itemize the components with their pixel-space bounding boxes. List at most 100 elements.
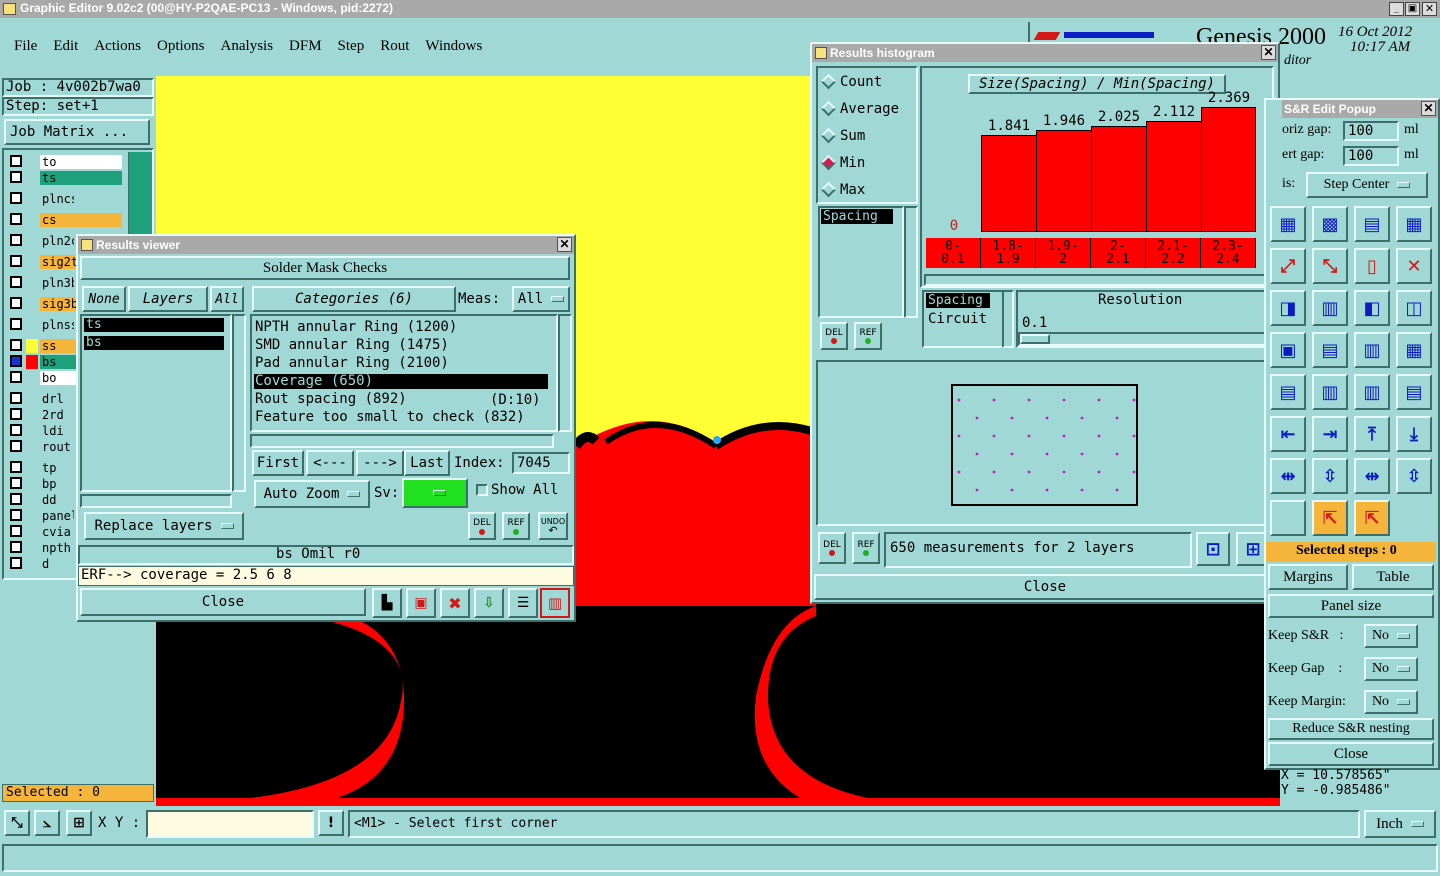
menu-item-options[interactable]: Options [157, 38, 205, 55]
layer-checkbox[interactable] [10, 477, 22, 489]
categories-button[interactable]: Categories (6) [252, 286, 456, 312]
layer-checkbox[interactable] [10, 461, 22, 473]
histogram-close-icon[interactable]: ✕ [1261, 45, 1276, 60]
show-all-checkbox[interactable] [476, 484, 488, 496]
category-hscrollbar[interactable] [250, 434, 554, 448]
xy-input[interactable] [146, 810, 314, 838]
units-dropdown[interactable]: Inch [1364, 810, 1436, 838]
histogram-bar[interactable] [1091, 126, 1147, 232]
layer-item[interactable]: tp [40, 461, 74, 475]
zoom-region-icon[interactable]: ⊡ [1196, 532, 1230, 566]
menu-item-dfm[interactable]: DFM [289, 38, 322, 55]
layer-item[interactable]: dd [40, 493, 74, 507]
layer-item[interactable]: npth [40, 541, 74, 555]
menu-item-analysis[interactable]: Analysis [221, 38, 274, 55]
layer-item[interactable]: bp [40, 477, 74, 491]
layer-item[interactable]: 2rd [40, 408, 74, 422]
layer-result-item-ts[interactable]: ts [84, 318, 224, 332]
histogram-bar[interactable] [1036, 130, 1092, 232]
layer-item[interactable]: pln3b [40, 276, 74, 290]
report-icon[interactable]: ▙ [372, 588, 402, 618]
pick-b-icon[interactable]: ⇱ [1354, 500, 1390, 536]
align-a-icon[interactable]: ◨ [1270, 290, 1306, 326]
layer-checkbox[interactable] [10, 255, 22, 267]
layer-checkbox[interactable] [10, 297, 22, 309]
none-button[interactable]: None [82, 286, 126, 312]
undo-button[interactable]: UNDO ↶ [538, 512, 568, 540]
layers-button[interactable]: Layers [128, 286, 208, 312]
sr-popup-close-button[interactable]: Close [1268, 742, 1434, 766]
clear-icon[interactable]: ✖ [440, 588, 470, 618]
keep-sr-dropdown[interactable]: No [1364, 624, 1418, 648]
category-item[interactable]: Feature too small to check (832) [254, 410, 548, 425]
histogram-bar[interactable] [981, 135, 1037, 232]
move-down-icon[interactable]: ⤓ [1396, 416, 1432, 452]
category-item[interactable]: Coverage (650) [254, 374, 548, 389]
maximize-icon[interactable]: ▣ [1405, 2, 1420, 16]
align-c-icon[interactable]: ◧ [1354, 290, 1390, 326]
layer-item[interactable]: d [40, 557, 74, 571]
layer-checkbox[interactable] [10, 318, 22, 330]
layer-item[interactable]: cvia [40, 525, 74, 539]
index-input[interactable]: 7045 [512, 452, 570, 474]
measurement-item-spacing[interactable]: Spacing [821, 209, 893, 224]
align-b-icon[interactable]: ▥ [1312, 290, 1348, 326]
next-button[interactable]: ---> [356, 450, 404, 476]
grid-d-icon[interactable]: ▦ [1396, 206, 1432, 242]
move-right-icon[interactable]: ⇥ [1312, 416, 1348, 452]
layer-checkbox[interactable] [10, 234, 22, 246]
panel-size-button[interactable]: Panel size [1268, 594, 1434, 618]
layer-item[interactable]: ts [40, 171, 122, 185]
layer-item[interactable]: plncs [40, 192, 74, 206]
resolution-slider[interactable] [1018, 332, 1266, 346]
keep-margin-dropdown[interactable]: No [1364, 690, 1418, 714]
hist-del-button[interactable]: DEL [820, 322, 848, 350]
secondary-item-spacing[interactable]: Spacing [926, 293, 990, 308]
layer-result-vscrollbar[interactable] [232, 314, 246, 492]
margins-button[interactable]: Margins [1268, 564, 1348, 590]
table-button[interactable]: Table [1352, 564, 1434, 590]
select-corner-icon[interactable]: ⤡ [4, 810, 30, 836]
ref-button[interactable]: REF [502, 512, 530, 540]
preview-del-button[interactable]: DEL [818, 532, 846, 564]
menu-item-step[interactable]: Step [338, 38, 365, 55]
layer-checkbox[interactable] [10, 557, 22, 569]
layer-result-hscrollbar[interactable] [80, 494, 232, 508]
measure-icon[interactable]: ⦣ [34, 810, 60, 836]
menu-item-rout[interactable]: Rout [380, 38, 409, 55]
sr-popup-close-icon[interactable]: ✕ [1421, 101, 1436, 116]
layer-item[interactable]: ldi [40, 424, 74, 438]
close-window-icon[interactable]: ✕ [1422, 2, 1437, 16]
histogram-close-button[interactable]: Close [814, 574, 1276, 600]
last-button[interactable]: Last [404, 450, 450, 476]
layer-item[interactable]: cs [40, 213, 122, 227]
layer-item[interactable]: panel [40, 509, 74, 523]
histogram-bar[interactable] [1201, 107, 1256, 232]
layer-checkbox[interactable] [10, 155, 22, 167]
layer-checkbox[interactable] [10, 424, 22, 436]
layer-checkbox[interactable] [10, 541, 22, 553]
layer-checkbox[interactable] [10, 339, 22, 351]
grid-a-icon[interactable]: ▦ [1270, 206, 1306, 242]
space-d-icon[interactable]: ▤ [1396, 374, 1432, 410]
vert-gap-input[interactable]: 100 [1343, 146, 1399, 166]
step-center-dropdown[interactable]: Step Center [1306, 172, 1428, 198]
resize-b-icon[interactable]: ⤡ [1312, 248, 1348, 284]
snap-grid-icon[interactable]: ⊞ [66, 810, 92, 836]
menu-item-actions[interactable]: Actions [94, 38, 141, 55]
first-button[interactable]: First [252, 450, 304, 476]
pointer-icon[interactable] [1270, 500, 1306, 536]
menu-item-windows[interactable]: Windows [425, 38, 482, 55]
histogram-icon[interactable]: ▥ [540, 588, 570, 618]
layer-checkbox[interactable] [10, 525, 22, 537]
keep-gap-dropdown[interactable]: No [1364, 657, 1418, 681]
layer-checkbox[interactable] [10, 371, 22, 383]
layer-checkbox[interactable] [10, 276, 22, 288]
hist-ref-button[interactable]: REF [854, 322, 882, 350]
info-icon[interactable]: ! [318, 810, 344, 836]
dist-a-icon[interactable]: ▣ [1270, 332, 1306, 368]
dist-d-icon[interactable]: ▦ [1396, 332, 1432, 368]
resolution-slider-thumb[interactable] [1020, 334, 1050, 344]
space-b-icon[interactable]: ▥ [1312, 374, 1348, 410]
previous-button[interactable]: <--- [306, 450, 354, 476]
